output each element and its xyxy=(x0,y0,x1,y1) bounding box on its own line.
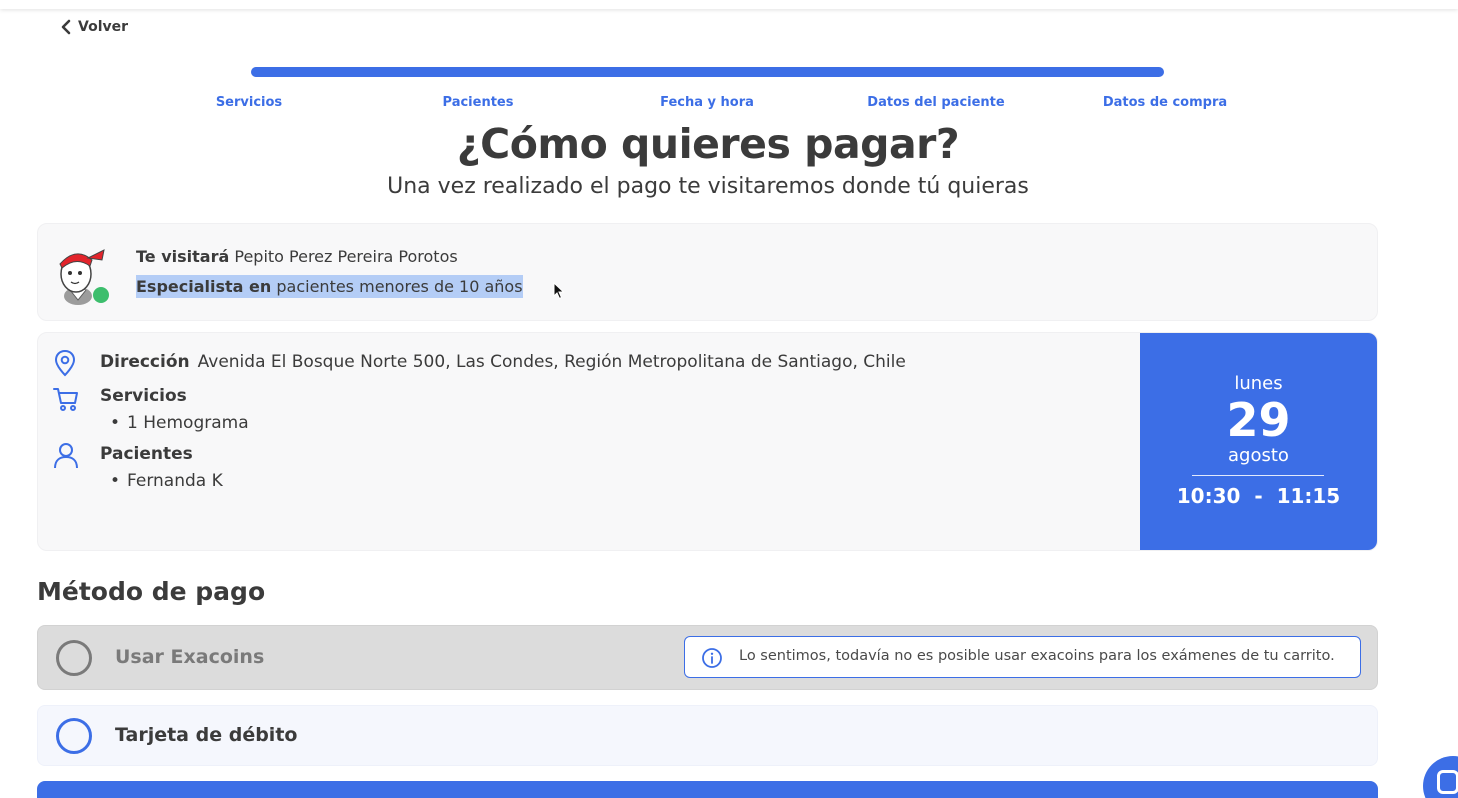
step-datos-paciente[interactable]: Datos del paciente xyxy=(867,95,1004,110)
online-status-dot xyxy=(93,287,109,303)
address-row: Dirección Avenida El Bosque Norte 500, La… xyxy=(100,352,906,372)
payment-option-exacoins[interactable]: Usar Exacoins Lo sentimos, todavía no es… xyxy=(37,625,1378,690)
back-button[interactable]: Volver xyxy=(60,17,128,37)
debit-card-label: Tarjeta de débito xyxy=(115,724,298,746)
professional-name: Pepito Perez Pereira Porotos xyxy=(234,247,458,266)
exacoins-radio[interactable] xyxy=(56,640,92,676)
address-text: Avenida El Bosque Norte 500, Las Condes,… xyxy=(197,352,906,372)
page-title: ¿Cómo quieres pagar? xyxy=(456,120,960,168)
exacoins-label: Usar Exacoins xyxy=(115,646,265,668)
payment-option-debit-card[interactable]: Tarjeta de débito xyxy=(37,705,1378,766)
progress-bar xyxy=(251,67,1164,77)
appointment-date-panel: lunes 29 agosto 10:30 - 11:15 xyxy=(1140,333,1377,550)
step-pacientes[interactable]: Pacientes xyxy=(443,95,514,110)
top-bar xyxy=(0,0,1458,9)
chat-widget-button[interactable] xyxy=(1423,756,1458,798)
back-label: Volver xyxy=(78,19,129,35)
visit-line: Te visitará Pepito Perez Pereira Porotos xyxy=(136,247,458,266)
payment-section-title: Método de pago xyxy=(37,577,266,606)
chat-icon xyxy=(1437,770,1458,794)
cart-icon xyxy=(53,388,78,411)
professional-avatar xyxy=(59,249,109,305)
patients-row: Pacientes xyxy=(100,444,201,464)
patients-label: Pacientes xyxy=(100,444,193,464)
info-icon xyxy=(702,648,722,668)
specialty-text: pacientes menores de 10 años xyxy=(276,277,523,296)
debit-card-radio[interactable] xyxy=(56,718,92,754)
exacoins-notice: Lo sentimos, todavía no es posible usar … xyxy=(684,636,1361,678)
services-row: Servicios xyxy=(100,386,195,406)
user-icon xyxy=(54,443,78,469)
step-servicios[interactable]: Servicios xyxy=(216,95,282,110)
visit-label: Te visitará xyxy=(136,247,230,266)
steps-nav: Servicios Pacientes Fecha y hora Datos d… xyxy=(0,95,1458,113)
appointment-month: agosto xyxy=(1228,445,1289,466)
professional-card: Te visitará Pepito Perez Pereira Porotos… xyxy=(37,223,1378,321)
services-label: Servicios xyxy=(100,386,187,406)
page-subtitle: Una vez realizado el pago te visitaremos… xyxy=(387,174,1029,199)
step-fecha-hora[interactable]: Fecha y hora xyxy=(660,95,754,110)
date-divider xyxy=(1192,475,1324,476)
mouse-cursor-icon xyxy=(553,282,565,300)
patient-item: Fernanda K xyxy=(110,471,223,491)
exacoins-notice-text: Lo sentimos, todavía no es posible usar … xyxy=(739,648,1335,664)
appointment-weekday: lunes xyxy=(1234,373,1283,394)
specialist-label: Especialista en xyxy=(136,277,272,296)
progress-fill xyxy=(251,67,1164,77)
appointment-day: 29 xyxy=(1226,393,1291,447)
order-summary-card: Dirección Avenida El Bosque Norte 500, La… xyxy=(37,332,1378,551)
chevron-left-icon xyxy=(61,19,71,35)
service-item: 1 Hemograma xyxy=(110,413,249,433)
appointment-time: 10:30 - 11:15 xyxy=(1176,484,1341,508)
step-datos-compra[interactable]: Datos de compra xyxy=(1103,95,1227,110)
location-pin-icon xyxy=(54,349,76,377)
specialty-line: Especialista en pacientes menores de 10 … xyxy=(136,275,523,298)
payment-option-next[interactable] xyxy=(37,781,1378,798)
address-label: Dirección xyxy=(100,352,190,372)
